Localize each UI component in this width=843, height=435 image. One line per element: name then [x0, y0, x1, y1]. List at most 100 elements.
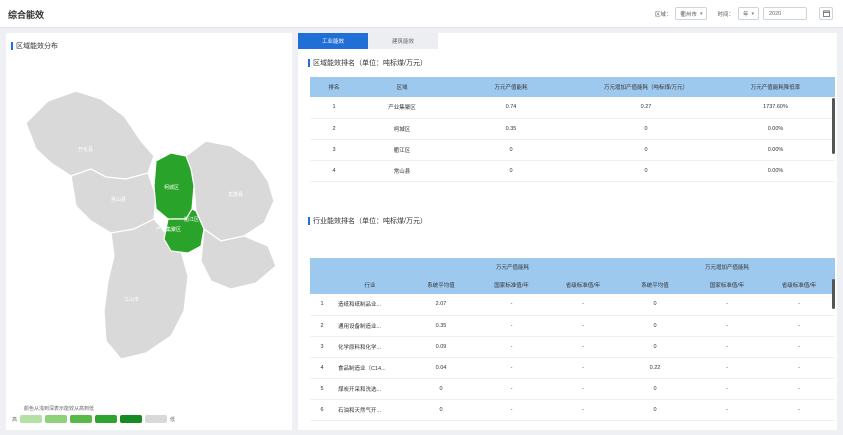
table-cell: 0.09: [406, 336, 476, 358]
table-row[interactable]: 6 石油和天然气开... 0 - - 0 - -: [310, 399, 836, 421]
table-cell: 0.00%: [716, 139, 835, 161]
table-cell: 0.22: [619, 357, 692, 379]
table-cell: -: [691, 399, 764, 421]
table-header-row: 万元产值能耗 万元增加产值能耗: [310, 258, 836, 276]
table-row[interactable]: 3 衢江区 0 0 0.00%: [310, 139, 835, 161]
column-header: 行业: [334, 276, 406, 294]
table-cell: 0.00%: [716, 160, 835, 182]
legend-swatch: [45, 415, 68, 423]
district-label: 衢江区: [184, 216, 199, 223]
table-cell: 0: [619, 315, 692, 337]
region-select[interactable]: 衢州市 ▾: [675, 7, 708, 20]
table-cell: 2: [310, 315, 334, 337]
table-cell: 1: [310, 294, 334, 316]
table-cell: 0: [619, 294, 692, 316]
table-row[interactable]: 1 产业集聚区 0.74 0.27 1737.60%: [310, 97, 835, 119]
table-cell: 5: [310, 378, 334, 400]
efficiency-tabs: 工业能效 建筑能效: [298, 33, 438, 49]
table-header-row: 行业 系统平均值 国家标准值/年 省级标准值/年 系统平均值 国家标准值/年 省…: [310, 276, 836, 294]
time-label: 时间：: [717, 11, 734, 18]
page-title: 综合能效: [8, 10, 45, 20]
table-cell: 0: [406, 378, 476, 400]
table-cell: 衢江区: [358, 139, 446, 161]
header-bar: 综合能效 区域： 衢州市 ▾ 时间： 年 ▾ 2020: [0, 0, 843, 28]
legend-swatch: [120, 415, 143, 423]
table-row[interactable]: 5 煤炭开采和洗选... 0 - - 0 - -: [310, 378, 836, 400]
legend-swatch: [145, 415, 168, 423]
table-cell: -: [691, 336, 764, 358]
chevron-down-icon: ▾: [751, 10, 754, 17]
district-longyou[interactable]: [200, 227, 277, 290]
ranking-panel: 工业能效 建筑能效 区域能效排名（单位：吨标煤/万元） 排名 区域 万元产值能耗…: [298, 33, 837, 430]
industry-rank-table: 万元产值能耗 万元增加产值能耗 行业 系统平均值 国家标准值/年 省级标准值/年…: [310, 258, 836, 421]
year-input[interactable]: 2020: [763, 7, 807, 20]
legend-title: 颜色从浅到深表示能效从高到低: [24, 406, 95, 412]
region-rank-section-title: 区域能效排名（单位：吨标煤/万元）: [308, 58, 427, 68]
table-row[interactable]: 4 食品制造业（C14... 0.04 - - 0.22 - -: [310, 357, 836, 379]
table-cell: -: [691, 294, 764, 316]
column-header: 万元产值能耗降低率: [716, 77, 835, 97]
map-title: 区域能效分布: [16, 43, 58, 50]
region-table-scrollbar[interactable]: [832, 98, 835, 154]
table-cell: -: [763, 378, 836, 400]
table-cell: 3: [310, 336, 334, 358]
period-select[interactable]: 年 ▾: [737, 7, 759, 20]
region-select-value: 衢州市: [680, 11, 697, 18]
industry-table-scrollbar[interactable]: [832, 279, 835, 309]
table-row[interactable]: 2 通用设备制造业... 0.35 - - 0 - -: [310, 315, 836, 337]
table-row[interactable]: 4 常山县 0 0 0.00%: [310, 160, 835, 182]
table-cell: -: [763, 357, 836, 379]
tab-industrial[interactable]: 工业能效: [298, 33, 368, 49]
table-cell: 0: [619, 399, 692, 421]
column-group-header: 万元产值能耗: [406, 258, 620, 276]
title-accent-bar: [11, 42, 13, 50]
table-cell: 0: [446, 139, 576, 161]
table-cell: 柯城区: [358, 118, 446, 140]
table-cell: 1737.60%: [716, 97, 835, 119]
region-rank-table: 排名 区域 万元产值能耗 万元增加产值能耗（吨标煤/万元） 万元产值能耗降低率 …: [310, 77, 835, 182]
table-cell: 2.07: [406, 294, 476, 316]
table-header-row: 排名 区域 万元产值能耗 万元增加产值能耗（吨标煤/万元） 万元产值能耗降低率: [310, 77, 835, 97]
district-kaihua[interactable]: [25, 90, 155, 180]
table-cell: 2: [310, 118, 358, 140]
chevron-down-icon: ▾: [699, 10, 703, 17]
table-cell: 石油和天然气开...: [334, 399, 406, 421]
legend-swatch: [20, 415, 43, 423]
column-header: 万元增加产值能耗（吨标煤/万元）: [576, 77, 716, 97]
table-cell: 0.35: [446, 118, 576, 140]
table-row[interactable]: 1 造纸和纸制品业... 2.07 - - 0 - -: [310, 294, 836, 316]
region-label: 区域：: [654, 11, 672, 18]
table-cell: 0: [619, 378, 692, 400]
table-row[interactable]: 3 化学原料和化学... 0.09 - - 0 - -: [310, 336, 836, 358]
table-cell: 化学原料和化学...: [334, 336, 406, 358]
table-cell: -: [476, 378, 547, 400]
column-header: 省级标准值/年: [547, 276, 620, 294]
table-cell: 煤炭开采和洗选...: [334, 378, 406, 400]
table-cell: -: [547, 378, 620, 400]
table-cell: -: [691, 315, 764, 337]
district-label: 柯城区: [164, 184, 179, 191]
map-section-title: 区域能效分布: [11, 41, 58, 51]
column-group-header: 万元增加产值能耗: [619, 258, 836, 276]
table-cell: 0.35: [406, 315, 476, 337]
table-row[interactable]: 2 柯城区 0.35 0 0.00%: [310, 118, 835, 140]
table-cell: 0: [576, 160, 716, 182]
column-header: 国家标准值/年: [476, 276, 547, 294]
table-cell: 0.00%: [716, 118, 835, 140]
column-header: 排名: [310, 77, 358, 97]
calendar-button[interactable]: [819, 7, 833, 20]
table-cell: -: [691, 378, 764, 400]
table-cell: -: [547, 336, 620, 358]
table-cell: -: [691, 357, 764, 379]
title-accent-bar: [308, 217, 310, 225]
tab-building[interactable]: 建筑能效: [368, 33, 438, 49]
legend-swatch: [70, 415, 93, 423]
table-cell: 0: [619, 336, 692, 358]
table-cell: 0: [406, 399, 476, 421]
table-cell: 0: [446, 160, 576, 182]
table-cell: -: [476, 294, 547, 316]
table-cell: 4: [310, 357, 334, 379]
table-cell: -: [763, 399, 836, 421]
table-cell: -: [547, 357, 620, 379]
table-cell: -: [547, 399, 620, 421]
